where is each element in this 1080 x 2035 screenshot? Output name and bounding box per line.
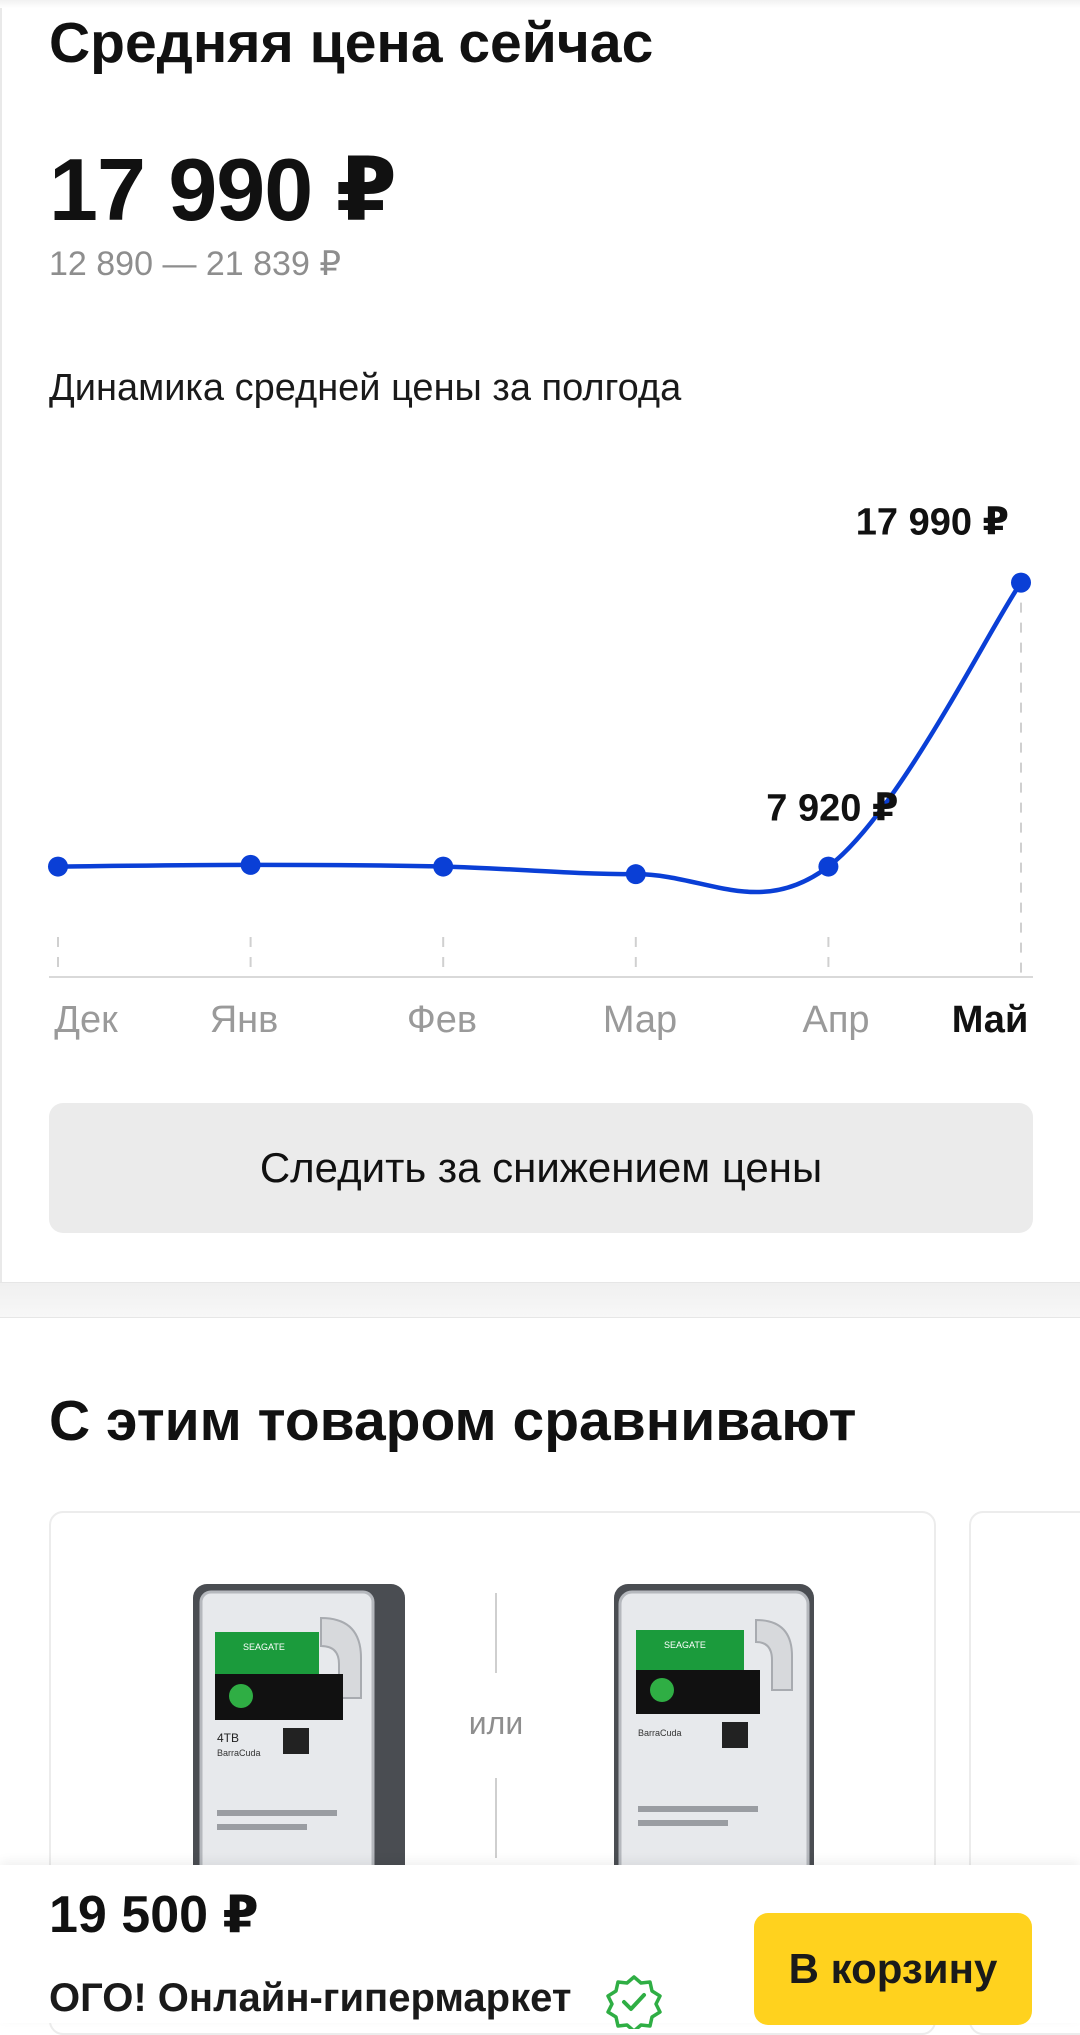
hdd-barcode-line [638, 1820, 728, 1826]
price-point-0 [48, 856, 68, 877]
price-dynamics-chart: 7 920 ₽ 17 990 ₽ Дек Янв Фев Мар Апр Май [48, 502, 1033, 1041]
or-separator: или [461, 1593, 531, 1863]
price-point-2 [433, 856, 454, 877]
track-price-drop-label: Следить за снижением цены [259, 1144, 823, 1191]
hdd-model: BarraCuda [217, 1748, 261, 1758]
month-label-0: Дек [54, 999, 118, 1041]
section-divider [0, 1282, 1080, 1318]
chart-caption: Динамика средней цены за полгода [49, 367, 682, 409]
hdd-barcode-line [217, 1824, 307, 1830]
hdd-product-image-right: SEAGATE BarraCuda [614, 1584, 814, 1878]
point-value-label: 7 920 ₽ [766, 788, 898, 830]
price-line [55, 580, 1024, 895]
compare-section-title: С этим товаром сравнивают [49, 1389, 857, 1453]
shop-name[interactable]: ОГО! Онлайн-гипермаркет [49, 1976, 571, 2021]
offer-price: 19 500 ₽ [49, 1886, 259, 1944]
price-point-1 [240, 854, 261, 875]
hdd-label-green [636, 1630, 744, 1670]
add-to-cart-label: В корзину [788, 1945, 998, 1992]
barracuda-logo-icon [650, 1678, 674, 1702]
price-point-4 [818, 856, 839, 877]
month-label-1: Янв [210, 999, 279, 1041]
month-label-4: Апр [802, 999, 869, 1041]
hdd-barcode-line [217, 1810, 337, 1816]
month-label-5: Май [952, 999, 1029, 1041]
verified-shop-icon [606, 1975, 662, 2029]
current-average-price: 17 990 ₽ [49, 140, 397, 239]
month-label-3: Мар [603, 999, 677, 1041]
hdd-product-image-left: SEAGATE 4TB BarraCuda [193, 1584, 405, 1878]
bottom-offer-bar: 19 500 ₽ ОГО! Онлайн-гипермаркет В корзи… [0, 1865, 1080, 2029]
point-value-label: 17 990 ₽ [856, 502, 1009, 544]
month-label-2: Фев [407, 999, 477, 1041]
price-range: 12 890 — 21 839 ₽ [49, 245, 341, 283]
qr-code-icon [283, 1728, 309, 1754]
hdd-model: BarraCuda [638, 1728, 682, 1738]
or-line-bottom [495, 1778, 497, 1858]
price-point-3 [625, 864, 646, 885]
or-label: или [468, 1705, 524, 1741]
top-fade [0, 0, 1080, 8]
hdd-capacity: 4TB [217, 1731, 239, 1745]
or-line-top [495, 1593, 497, 1673]
qr-code-icon [722, 1722, 748, 1748]
track-price-drop-button[interactable]: Следить за снижением цены [49, 1103, 1033, 1233]
hdd-barcode-line [638, 1806, 758, 1812]
price-point-5 [1011, 572, 1031, 593]
hdd-brand: SEAGATE [664, 1640, 706, 1650]
avg-price-title: Средняя цена сейчас [49, 11, 654, 75]
add-to-cart-button[interactable]: В корзину [754, 1913, 1032, 2025]
barracuda-logo-icon [229, 1684, 253, 1708]
hdd-brand: SEAGATE [243, 1642, 285, 1652]
hdd-label-green [215, 1632, 319, 1674]
